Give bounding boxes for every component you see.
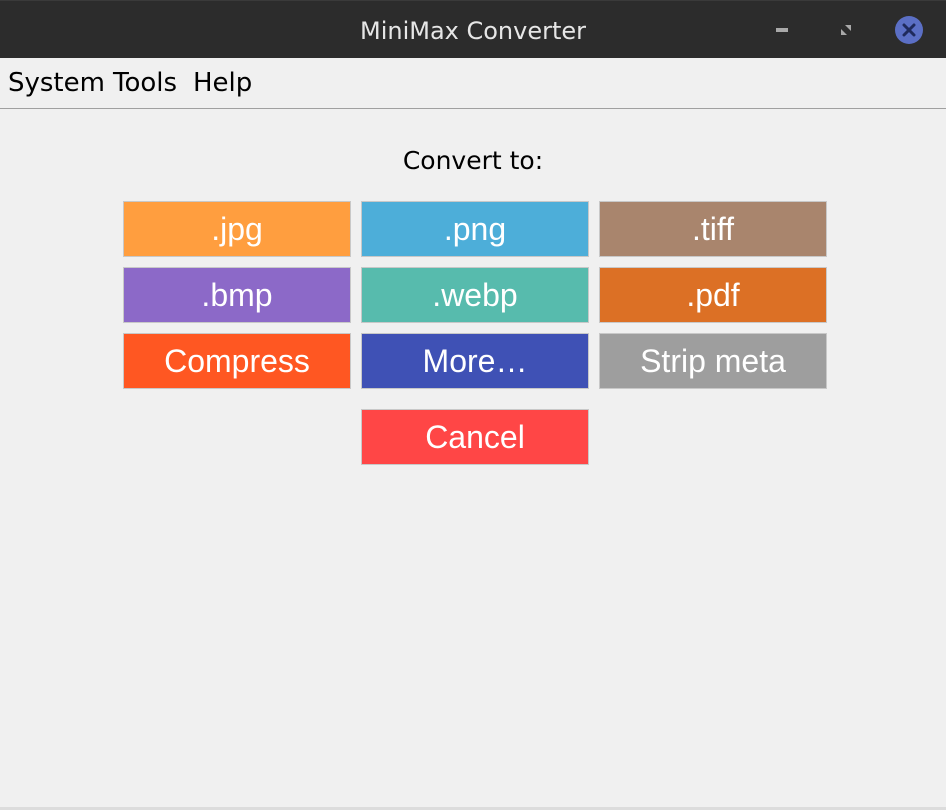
minimize-icon [776, 28, 788, 32]
compress-button[interactable]: Compress [123, 333, 351, 389]
webp-button[interactable]: .webp [361, 267, 589, 323]
more-button[interactable]: More… [361, 333, 589, 389]
close-button[interactable] [894, 15, 924, 45]
cancel-button[interactable]: Cancel [361, 409, 589, 465]
menu-system[interactable]: System [8, 68, 105, 98]
convert-heading: Convert to: [402, 146, 544, 175]
menu-tools[interactable]: Tools [113, 68, 177, 98]
tiff-button[interactable]: .tiff [599, 201, 827, 257]
pdf-button[interactable]: .pdf [599, 267, 827, 323]
menu-bar: System Tools Help [0, 58, 946, 109]
bmp-button[interactable]: .bmp [123, 267, 351, 323]
close-icon [895, 16, 923, 44]
app-window: MiniMax Converter System Tools Help Conv… [0, 0, 946, 810]
maximize-icon [841, 25, 851, 35]
minimize-button[interactable] [767, 15, 797, 45]
menu-help[interactable]: Help [193, 68, 252, 98]
window-title: MiniMax Converter [359, 17, 587, 45]
strip-meta-button[interactable]: Strip meta [599, 333, 827, 389]
jpg-button[interactable]: .jpg [123, 201, 351, 257]
maximize-button[interactable] [831, 15, 861, 45]
png-button[interactable]: .png [361, 201, 589, 257]
title-bar[interactable]: MiniMax Converter [0, 0, 946, 58]
